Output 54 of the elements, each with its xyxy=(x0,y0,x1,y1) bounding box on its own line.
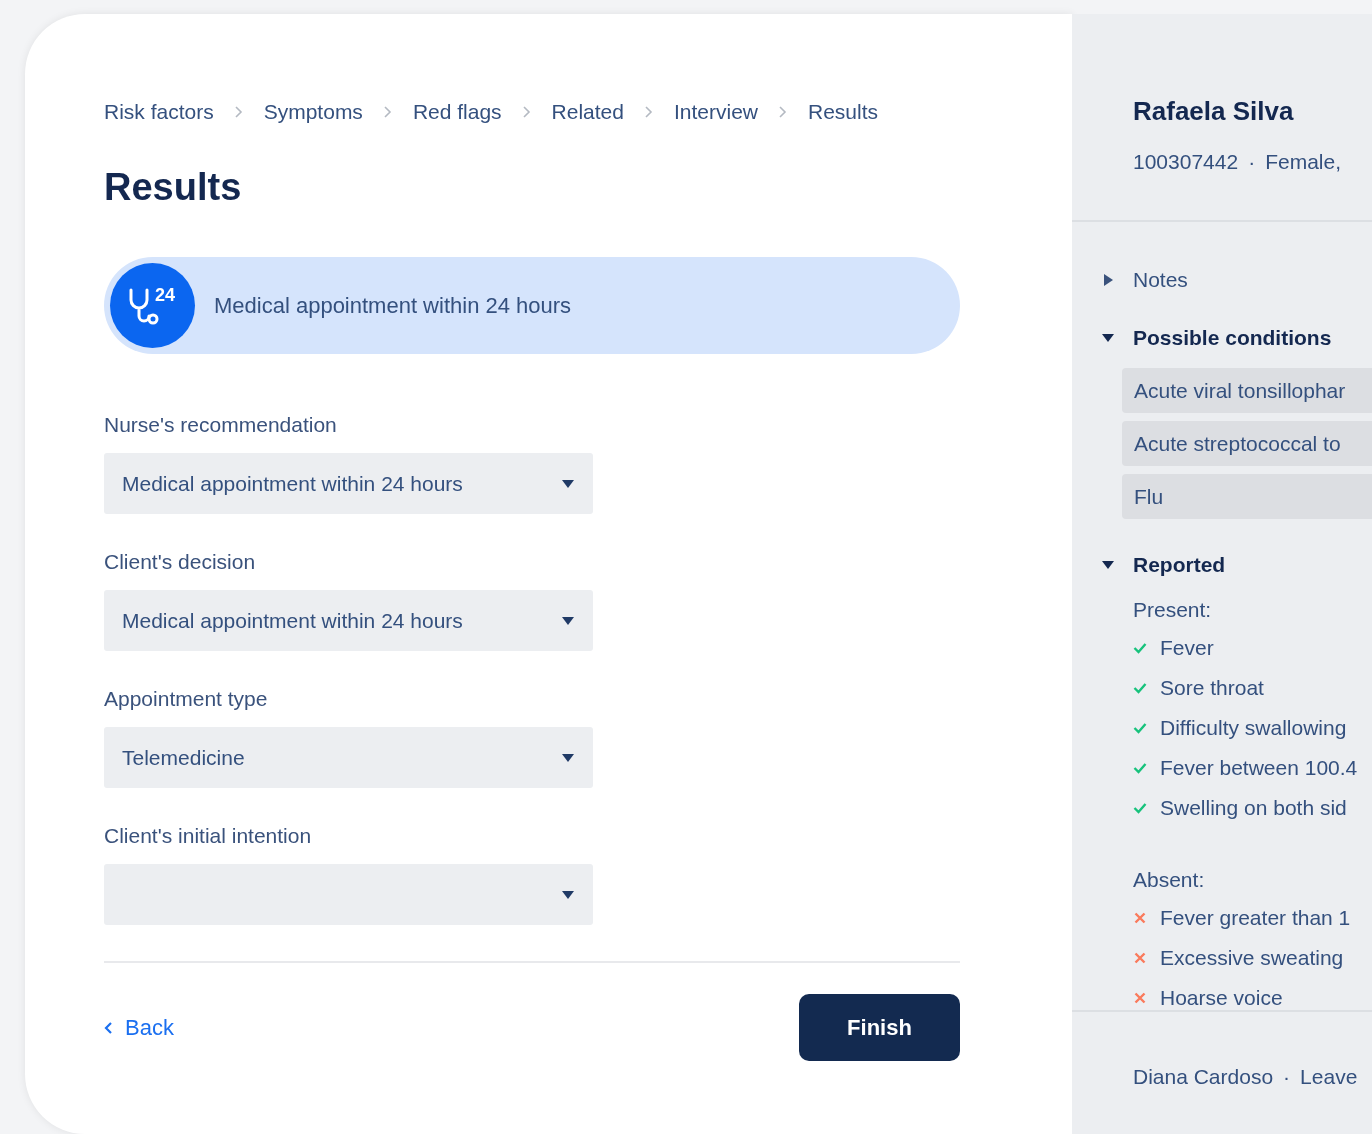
back-link[interactable]: Back xyxy=(104,1014,174,1041)
breadcrumb-link[interactable]: Symptoms xyxy=(263,100,363,124)
user-name: Diana Cardoso xyxy=(1133,1065,1274,1089)
condition-item[interactable]: Acute streptococcal to xyxy=(1122,421,1372,466)
symptom-text: Fever greater than 1 xyxy=(1160,906,1351,930)
symptom-text: Hoarse voice xyxy=(1160,986,1283,1010)
caret-icon xyxy=(561,889,575,900)
patient-details: Female, xyxy=(1265,150,1341,174)
caret-right-icon[interactable] xyxy=(1102,274,1114,286)
breadcrumb-link[interactable]: Results xyxy=(808,100,879,124)
hours-label: 24 xyxy=(155,285,176,305)
symptom-text: Fever xyxy=(1160,636,1214,660)
section-title[interactable]: Notes xyxy=(1133,268,1188,292)
finish-button[interactable]: Finish xyxy=(799,994,960,1061)
symptom-text: Difficulty swallowing xyxy=(1160,716,1347,740)
breadcrumb-link[interactable]: Red flags xyxy=(412,100,502,124)
field-label: Client's initial intention xyxy=(104,824,312,848)
group-label: Present: xyxy=(1133,598,1213,620)
chevron-left-icon xyxy=(104,1020,113,1035)
page-title: Results xyxy=(104,166,242,209)
dropdown[interactable]: Medical appointment within 24 hours xyxy=(104,453,593,514)
caret-icon xyxy=(561,615,575,626)
separator-dot: · xyxy=(1248,150,1256,174)
recommendation-text: Medical appointment within 24 hours xyxy=(214,292,572,319)
breadcrumb-link[interactable]: Related xyxy=(551,100,624,124)
breadcrumb-link[interactable]: Interview xyxy=(674,100,758,124)
patient-id: 100307442 xyxy=(1133,150,1239,174)
symptom-text: Sore throat xyxy=(1160,676,1264,700)
patient-name: Rafaela Silva xyxy=(1133,96,1295,127)
field-label: Appointment type xyxy=(104,687,268,711)
field-label: Nurse's recommendation xyxy=(104,413,337,437)
breadcrumb-link[interactable]: Risk factors xyxy=(104,100,214,124)
condition-item[interactable]: Flu xyxy=(1122,474,1372,519)
symptom-text: Swelling on both sid xyxy=(1160,796,1347,820)
caret-icon xyxy=(561,752,575,763)
group-label: Absent: xyxy=(1133,868,1206,890)
chevron-right-icon xyxy=(521,106,532,118)
symptom-text: Excessive sweating xyxy=(1160,946,1344,970)
separator-dot: · xyxy=(1283,1065,1291,1089)
chevron-right-icon xyxy=(644,106,654,118)
caret-down-icon[interactable] xyxy=(1102,332,1114,344)
condition-item[interactable]: Acute viral tonsillophar xyxy=(1122,368,1372,413)
leave-link[interactable]: Leave xyxy=(1300,1065,1358,1089)
field-label: Client's decision xyxy=(104,550,256,574)
caret-down-icon[interactable] xyxy=(1102,559,1114,571)
dropdown[interactable]: Telemedicine xyxy=(104,727,593,788)
chevron-right-icon xyxy=(233,106,244,118)
chevron-right-icon xyxy=(382,106,393,118)
section-title[interactable]: Reported xyxy=(1133,553,1226,577)
symptom-text: Fever between 100.4 xyxy=(1160,756,1358,780)
caret-icon xyxy=(561,478,575,489)
dropdown[interactable]: Medical appointment within 24 hours xyxy=(104,590,593,651)
chevron-right-icon xyxy=(778,106,788,118)
section-title[interactable]: Possible conditions xyxy=(1133,326,1332,350)
